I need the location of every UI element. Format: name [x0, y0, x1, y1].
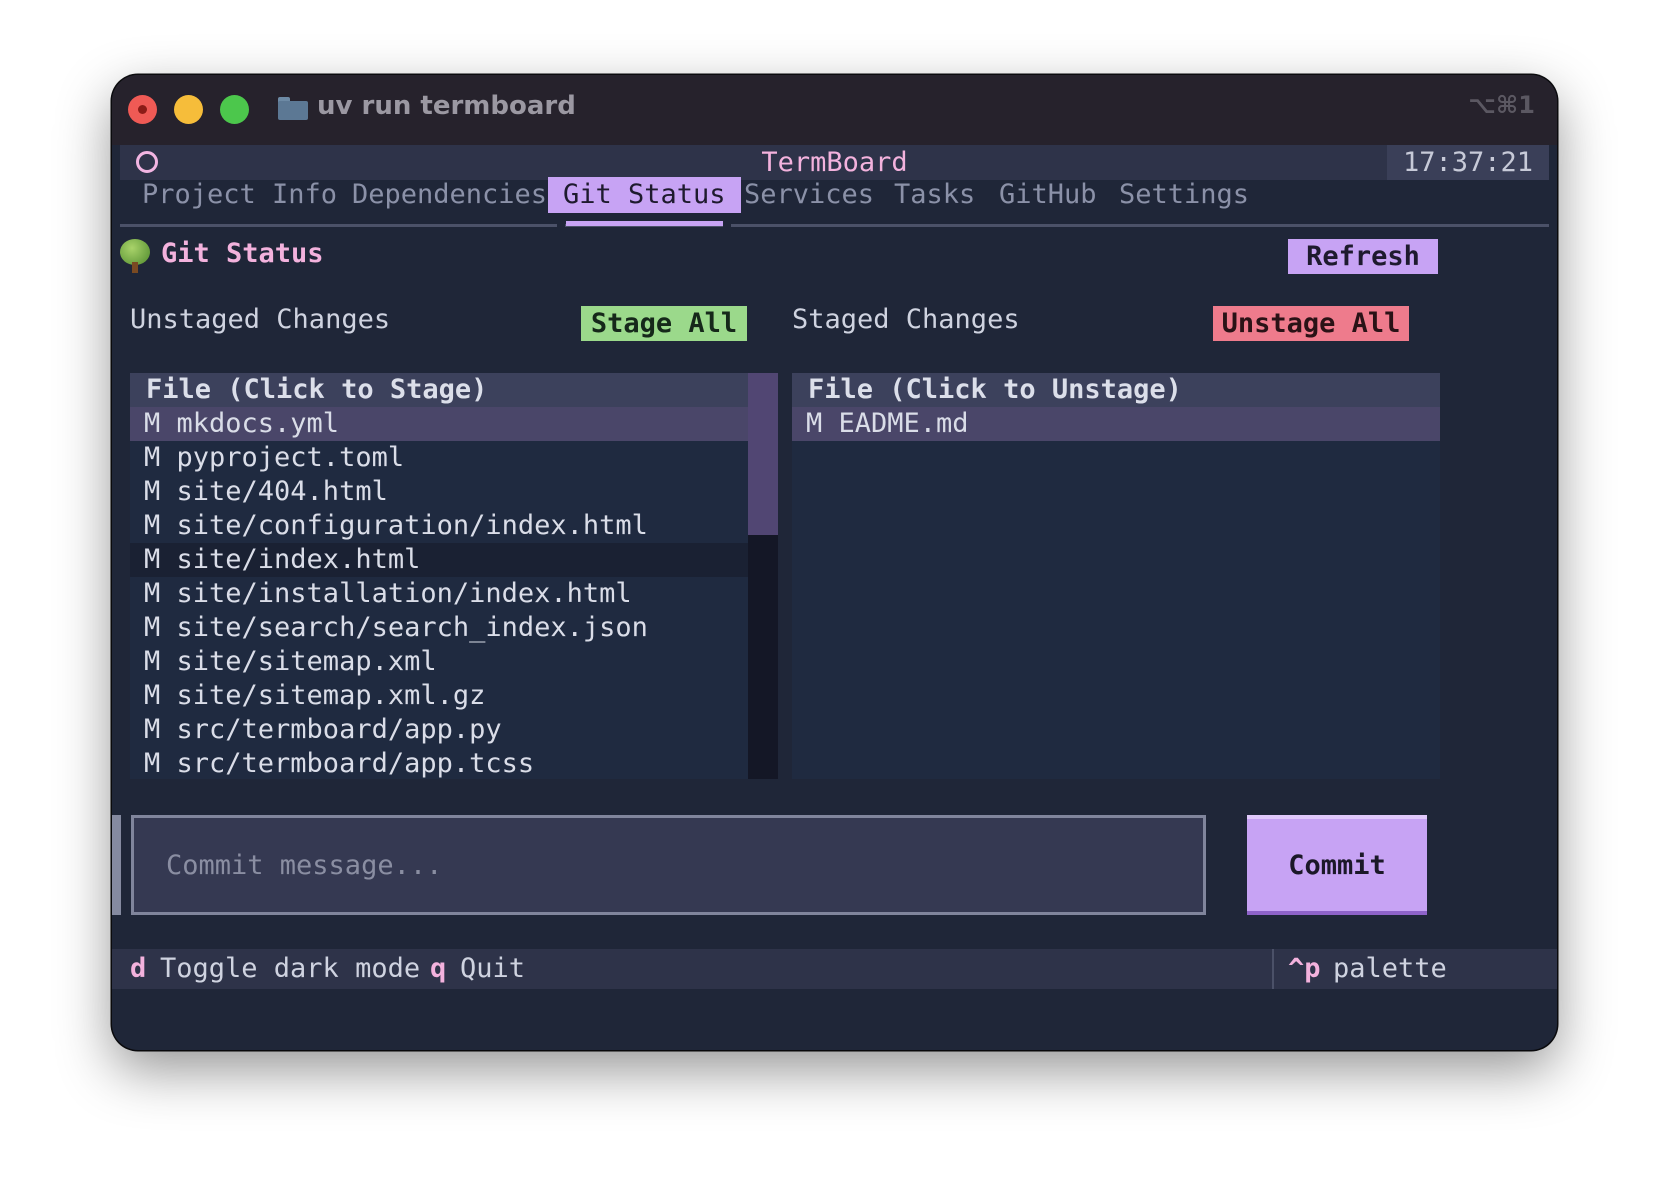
unstaged-files-table[interactable]: File (Click to Stage) M mkdocs.yml M pypr…	[130, 373, 778, 779]
footer-divider	[1272, 949, 1274, 989]
tab-dependencies[interactable]: Dependencies	[337, 177, 562, 213]
staged-table-header[interactable]: File (Click to Unstage)	[792, 373, 1440, 407]
table-row[interactable]: M site/404.html	[130, 475, 748, 509]
unstaged-changes-label: Unstaged Changes	[130, 304, 391, 335]
minimize-window-button[interactable]	[174, 95, 203, 124]
table-row[interactable]: M mkdocs.yml	[130, 407, 748, 441]
staged-files-table[interactable]: File (Click to Unstage) M EADME.md	[792, 373, 1440, 779]
refresh-button[interactable]: Refresh	[1288, 239, 1438, 274]
table-row[interactable]: M site/index.html	[130, 543, 748, 577]
staged-changes-label: Staged Changes	[792, 304, 1020, 335]
table-row[interactable]: M src/termboard/app.py	[130, 713, 748, 747]
table-row[interactable]: M site/sitemap.xml.gz	[130, 679, 748, 713]
folder-icon	[278, 97, 308, 120]
tab-services[interactable]: Services	[729, 177, 889, 213]
window-title: uv run termboard	[317, 91, 576, 121]
tab-bar: Project Info Dependencies Git Status Ser…	[120, 177, 1549, 228]
header-clock: 17:37:21	[1386, 145, 1549, 180]
footer-key-d[interactable]: d	[130, 953, 146, 984]
active-tab-indicator	[566, 221, 723, 226]
table-row[interactable]: M site/configuration/index.html	[130, 509, 748, 543]
tab-divider	[120, 224, 1549, 227]
tab-divider-gap	[557, 224, 565, 227]
window-shortcut: ⌥⌘1	[1468, 91, 1535, 119]
tab-settings[interactable]: Settings	[1104, 177, 1264, 213]
footer-label-toggle-dark[interactable]: Toggle dark mode	[160, 953, 420, 984]
footer-bar: d Toggle dark mode q Quit ^p palette	[112, 949, 1557, 989]
maximize-window-button[interactable]	[220, 95, 249, 124]
footer-key-palette[interactable]: ^p	[1288, 953, 1321, 984]
window-titlebar: uv run termboard ⌥⌘1	[112, 75, 1557, 145]
git-status-header: Git Status Refresh	[112, 230, 1557, 290]
unstaged-scrollbar-thumb[interactable]	[748, 373, 778, 536]
table-row[interactable]: M src/termboard/app.tcss	[130, 747, 748, 779]
table-row[interactable]: M site/sitemap.xml	[130, 645, 748, 679]
commit-focus-indicator	[112, 815, 121, 915]
table-row[interactable]: M site/installation/index.html	[130, 577, 748, 611]
app-title: TermBoard	[761, 147, 908, 178]
footer-key-q[interactable]: q	[430, 953, 446, 984]
tab-github[interactable]: GitHub	[984, 177, 1112, 213]
close-window-button[interactable]	[128, 95, 157, 124]
tree-icon	[120, 239, 150, 273]
terminal-window: uv run termboard ⌥⌘1 TermBoard 17:37:21 …	[112, 75, 1557, 1050]
unstaged-scrollbar[interactable]	[748, 373, 778, 779]
app-header: TermBoard 17:37:21	[120, 145, 1549, 180]
tab-project-info[interactable]: Project Info	[127, 177, 352, 213]
table-row[interactable]: M site/search/search_index.json	[130, 611, 748, 645]
commit-message-input[interactable]	[131, 815, 1206, 915]
unstaged-table-header[interactable]: File (Click to Stage)	[130, 373, 778, 407]
unstage-all-button[interactable]: Unstage All	[1213, 306, 1409, 341]
table-row[interactable]: M EADME.md	[792, 407, 1440, 441]
footer-label-quit[interactable]: Quit	[460, 953, 525, 984]
commit-button[interactable]: Commit	[1247, 815, 1427, 915]
table-row[interactable]: M pyproject.toml	[130, 441, 748, 475]
footer-label-palette[interactable]: palette	[1333, 953, 1447, 984]
section-title: Git Status	[161, 238, 324, 269]
tab-tasks[interactable]: Tasks	[879, 177, 990, 213]
tab-git-status[interactable]: Git Status	[548, 177, 741, 213]
stage-all-button[interactable]: Stage All	[581, 306, 747, 341]
tab-divider-gap	[723, 224, 731, 227]
